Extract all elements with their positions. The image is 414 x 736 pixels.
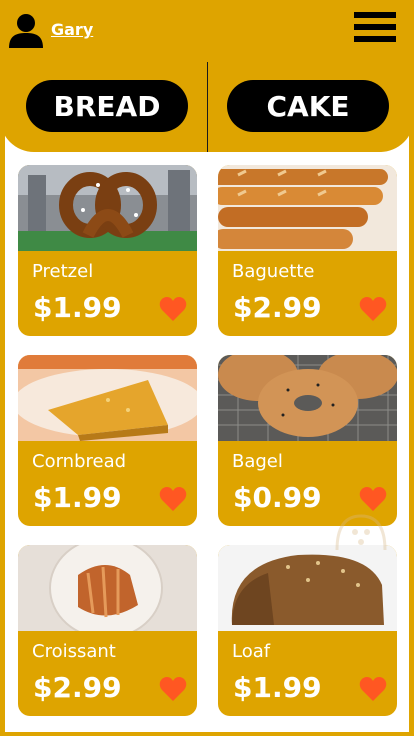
product-price: $1.99	[33, 481, 122, 514]
app-root: Gary BREAD CAKE Pretzel $1.99 Baguette $…	[0, 0, 414, 736]
hamburger-menu-icon[interactable]	[354, 12, 398, 48]
product-price: $2.99	[33, 671, 122, 704]
tab-cake[interactable]: CAKE	[227, 80, 389, 132]
product-name: Pretzel	[32, 261, 94, 282]
category-tabs: BREAD CAKE	[0, 62, 414, 152]
product-card-bagel[interactable]: Bagel $0.99	[218, 355, 397, 526]
product-price: $2.99	[233, 291, 322, 324]
product-price: $1.99	[233, 671, 322, 704]
heart-icon[interactable]	[159, 676, 187, 702]
cornbread-photo	[18, 355, 197, 441]
product-price: $1.99	[33, 291, 122, 324]
baguette-photo	[218, 165, 397, 251]
product-name: Bagel	[232, 451, 283, 472]
heart-icon[interactable]	[359, 676, 387, 702]
username-link[interactable]: Gary	[51, 20, 93, 39]
product-card-baguette[interactable]: Baguette $2.99	[218, 165, 397, 336]
product-card-loaf[interactable]: Loaf $1.99	[218, 545, 397, 716]
product-price: $0.99	[233, 481, 322, 514]
tab-bread[interactable]: BREAD	[26, 80, 188, 132]
product-name: Loaf	[232, 641, 271, 662]
heart-icon[interactable]	[159, 296, 187, 322]
heart-icon[interactable]	[159, 486, 187, 512]
product-card-croissant[interactable]: Croissant $2.99	[18, 545, 197, 716]
heart-icon[interactable]	[359, 296, 387, 322]
product-name: Baguette	[232, 261, 315, 282]
top-bar: Gary	[0, 0, 414, 60]
bagel-photo	[218, 355, 397, 441]
person-icon[interactable]	[8, 13, 44, 49]
product-name: Croissant	[32, 641, 116, 662]
cookie-watermark-icon	[335, 514, 387, 550]
heart-icon[interactable]	[359, 486, 387, 512]
croissant-photo	[18, 545, 197, 631]
product-card-cornbread[interactable]: Cornbread $1.99	[18, 355, 197, 526]
product-name: Cornbread	[32, 451, 127, 472]
product-card-pretzel[interactable]: Pretzel $1.99	[18, 165, 197, 336]
loaf-photo	[218, 545, 397, 631]
tab-divider	[207, 62, 208, 152]
pretzel-photo	[18, 165, 197, 251]
